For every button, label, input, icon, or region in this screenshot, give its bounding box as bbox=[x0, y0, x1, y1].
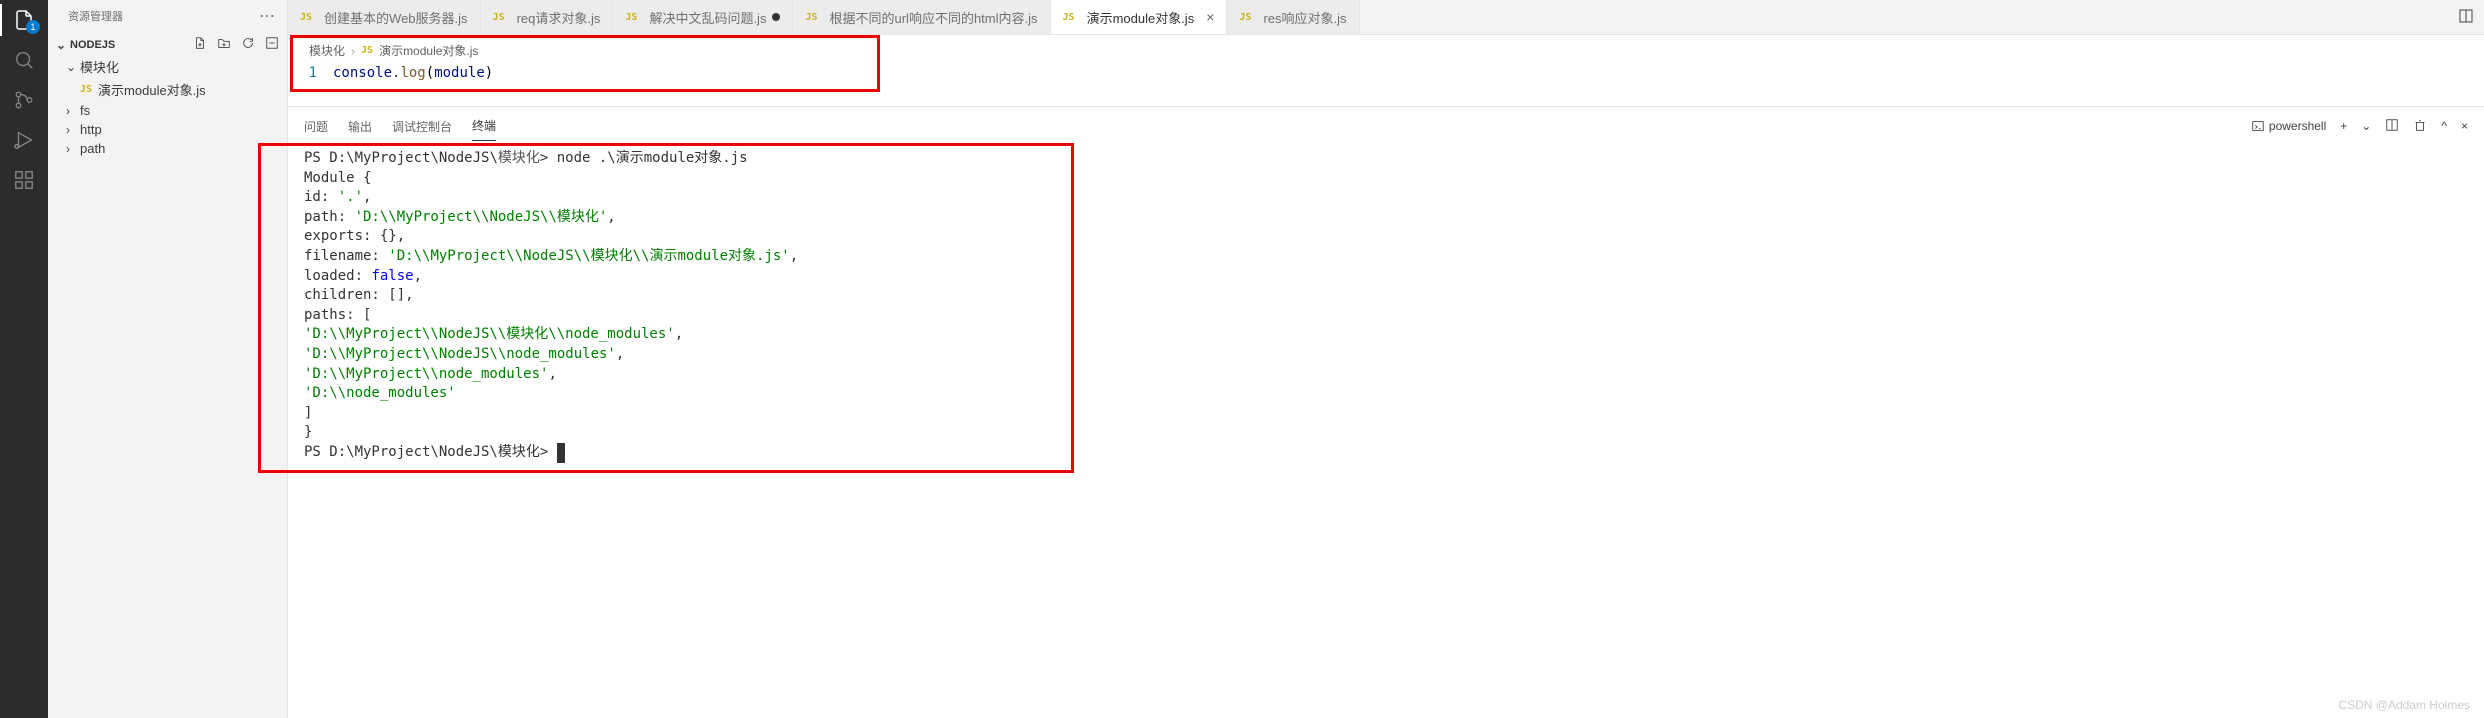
close-panel-icon[interactable]: × bbox=[2461, 119, 2468, 133]
bottom-panel: 问题 输出 调试控制台 终端 powershell + ⌄ ^ × PS D:\… bbox=[288, 106, 2484, 718]
maximize-panel-icon[interactable]: ^ bbox=[2441, 119, 2447, 133]
js-file-icon: JS bbox=[361, 45, 373, 56]
tab-4-active[interactable]: JS演示module对象.js× bbox=[1051, 0, 1228, 34]
kill-terminal-icon[interactable] bbox=[2413, 118, 2427, 135]
new-folder-icon[interactable] bbox=[217, 36, 231, 53]
terminal-output[interactable]: PS D:\MyProject\NodeJS\模块化> node .\演示mod… bbox=[288, 141, 2484, 718]
panel-tab-terminal[interactable]: 终端 bbox=[472, 111, 496, 141]
js-file-icon: JS bbox=[300, 12, 312, 23]
tab-3[interactable]: JS根据不同的url响应不同的html内容.js bbox=[793, 0, 1050, 34]
panel-tab-problems[interactable]: 问题 bbox=[304, 112, 328, 141]
breadcrumb-file[interactable]: 演示module对象.js bbox=[379, 42, 478, 59]
explorer-icon[interactable]: 1 bbox=[12, 8, 36, 32]
tab-2[interactable]: JS解决中文乱码问题.js bbox=[613, 0, 793, 34]
panel-tab-output[interactable]: 输出 bbox=[348, 112, 372, 141]
file-name: 演示module对象.js bbox=[98, 80, 206, 99]
watermark: CSDN @Addam Holmes bbox=[2338, 698, 2470, 712]
dirty-indicator bbox=[772, 13, 780, 21]
js-file-icon: JS bbox=[805, 12, 817, 23]
new-terminal-icon[interactable]: + bbox=[2340, 119, 2347, 133]
file-item-active[interactable]: JS 演示module对象.js bbox=[48, 78, 287, 101]
activity-bar: 1 bbox=[0, 0, 48, 718]
project-root[interactable]: ⌄ NODEJS bbox=[48, 34, 287, 55]
js-file-icon: JS bbox=[80, 84, 92, 95]
sidebar-header: 资源管理器 ⋯ bbox=[48, 0, 287, 32]
extensions-icon[interactable] bbox=[12, 168, 36, 192]
tab-0[interactable]: JS创建基本的Web服务器.js bbox=[288, 0, 481, 34]
more-icon[interactable]: ⋯ bbox=[259, 6, 275, 26]
tab-5[interactable]: JSres响应对象.js bbox=[1227, 0, 1359, 34]
panel-tabs: 问题 输出 调试控制台 终端 powershell + ⌄ ^ × bbox=[288, 107, 2484, 141]
editor-tabs: JS创建基本的Web服务器.js JSreq请求对象.js JS解决中文乱码问题… bbox=[288, 0, 2484, 35]
sidebar-title: 资源管理器 bbox=[68, 8, 123, 24]
project-name: NODEJS bbox=[70, 39, 115, 51]
split-editor-icon[interactable] bbox=[2458, 8, 2474, 27]
js-file-icon: JS bbox=[1063, 12, 1075, 23]
folder-http[interactable]: ›http bbox=[48, 120, 287, 139]
run-debug-icon[interactable] bbox=[12, 128, 36, 152]
folder-name: 模块化 bbox=[80, 57, 119, 76]
js-file-icon: JS bbox=[493, 12, 505, 23]
source-control-icon[interactable] bbox=[12, 88, 36, 112]
breadcrumb-folder[interactable]: 模块化 bbox=[309, 42, 345, 59]
code-content[interactable]: console.log(module) bbox=[333, 65, 493, 81]
new-file-icon[interactable] bbox=[193, 36, 207, 53]
collapse-icon[interactable] bbox=[265, 36, 279, 53]
js-file-icon: JS bbox=[625, 12, 637, 23]
terminal-dropdown-icon[interactable]: ⌄ bbox=[2361, 119, 2371, 133]
line-number: 1 bbox=[293, 65, 333, 81]
explorer-sidebar: 资源管理器 ⋯ ⌄ NODEJS ⌄ 模块化 JS 演示module对象.js … bbox=[48, 0, 288, 718]
tab-1[interactable]: JSreq请求对象.js bbox=[481, 0, 614, 34]
folder-fs[interactable]: ›fs bbox=[48, 101, 287, 120]
folder-path[interactable]: ›path bbox=[48, 139, 287, 158]
breadcrumb[interactable]: 模块化 › JS 演示module对象.js bbox=[290, 35, 880, 63]
close-icon[interactable]: × bbox=[1206, 9, 1214, 25]
terminal-shell-selector[interactable]: powershell bbox=[2251, 119, 2326, 133]
js-file-icon: JS bbox=[1239, 12, 1251, 23]
refresh-icon[interactable] bbox=[241, 36, 255, 53]
explorer-badge: 1 bbox=[26, 20, 40, 34]
search-icon[interactable] bbox=[12, 48, 36, 72]
code-editor[interactable]: 1 console.log(module) bbox=[288, 63, 2484, 92]
split-terminal-icon[interactable] bbox=[2385, 118, 2399, 135]
panel-tab-debug[interactable]: 调试控制台 bbox=[392, 112, 452, 141]
editor-main: JS创建基本的Web服务器.js JSreq请求对象.js JS解决中文乱码问题… bbox=[288, 0, 2484, 718]
folder-item[interactable]: ⌄ 模块化 bbox=[48, 55, 287, 78]
